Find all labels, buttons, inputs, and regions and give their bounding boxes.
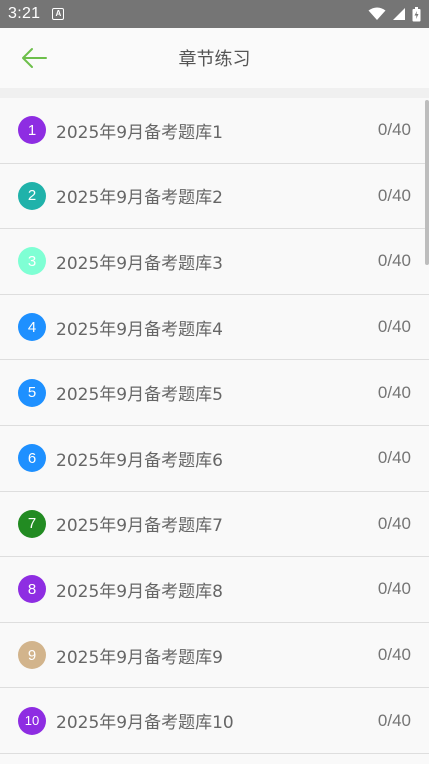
back-button[interactable]: [14, 42, 54, 74]
chapter-title: 2025年9月备考题库1: [56, 122, 223, 143]
scrollbar[interactable]: [425, 100, 429, 265]
chapter-row[interactable]: 8 2025年9月备考题库8 0/40: [0, 557, 429, 623]
chapter-list-container[interactable]: 1 2025年9月备考题库1 0/40 2 2025年9月备考题库2 0/40 3 2025年…: [0, 98, 429, 764]
chapter-progress: 0/40: [377, 710, 411, 730]
chapter-title: 2025年9月备考题库6: [56, 450, 223, 471]
chapter-number-badge: 10: [18, 706, 46, 735]
chapter-number-badge: 6: [18, 444, 46, 473]
chapter-row[interactable]: 3 2025年9月备考题库3 0/40: [0, 229, 429, 295]
chapter-number-badge: 9: [18, 641, 46, 670]
status-bar: 3:21 A: [0, 0, 429, 28]
chapter-row[interactable]: 7 2025年9月备考题库7 0/40: [0, 491, 429, 558]
battery-icon: [412, 6, 421, 21]
chapter-row[interactable]: 5 2025年9月备考题库5 0/40: [0, 360, 429, 426]
chapter-number-badge: 8: [18, 575, 46, 604]
chapter-number-badge: 1: [18, 116, 46, 145]
chapter-row[interactable]: 9 2025年9月备考题库9 0/40: [0, 622, 429, 689]
chapter-progress: 0/40: [377, 120, 411, 140]
divider: [0, 88, 429, 98]
chapter-title: 2025年9月备考题库3: [56, 253, 223, 274]
chapter-title: 2025年9月备考题库2: [56, 188, 223, 209]
page-title: 章节练习: [178, 49, 251, 70]
chapter-number-badge: 3: [18, 247, 46, 276]
status-icons: [368, 6, 421, 22]
arrow-left-icon: [22, 48, 47, 68]
wifi-icon: [368, 7, 386, 20]
chapter-number-badge: 5: [18, 378, 46, 407]
chapter-row[interactable]: 6 2025年9月备考题库6 0/40: [0, 425, 429, 492]
chapter-progress: 0/40: [377, 185, 411, 205]
chapter-progress: 0/40: [377, 513, 411, 533]
chapter-title: 2025年9月备考题库5: [56, 385, 223, 406]
chapter-progress: 0/40: [377, 382, 411, 402]
chapter-row[interactable]: 4 2025年9月备考题库4 0/40: [0, 294, 429, 361]
chapter-title: 2025年9月备考题库8: [56, 581, 223, 602]
chapter-row[interactable]: 1 2025年9月备考题库1 0/40: [0, 98, 429, 164]
chapter-row[interactable]: 2 2025年9月备考题库2 0/40: [0, 163, 429, 230]
chapter-row[interactable]: 10 2025年9月备考题库10 0/40: [0, 688, 429, 754]
chapter-progress: 0/40: [377, 448, 411, 468]
chapter-number-badge: 2: [18, 181, 46, 210]
chapter-number-badge: 4: [18, 313, 46, 342]
chapter-title: 2025年9月备考题库9: [56, 647, 223, 668]
chapter-list: 1 2025年9月备考题库1 0/40 2 2025年9月备考题库2 0/40 3 2025年…: [0, 98, 429, 754]
status-time: 3:21: [8, 5, 41, 22]
chapter-title: 2025年9月备考题库4: [56, 319, 223, 340]
chapter-progress: 0/40: [377, 251, 411, 271]
notification-icon: A: [52, 8, 65, 20]
app-bar: 章节练习: [0, 28, 429, 88]
chapter-title: 2025年9月备考题库7: [56, 516, 223, 537]
chapter-progress: 0/40: [377, 317, 411, 337]
chapter-number-badge: 7: [18, 509, 46, 538]
chapter-progress: 0/40: [377, 645, 411, 665]
chapter-title: 2025年9月备考题库10: [56, 713, 234, 734]
signal-icon: [393, 8, 405, 20]
chapter-progress: 0/40: [377, 579, 411, 599]
